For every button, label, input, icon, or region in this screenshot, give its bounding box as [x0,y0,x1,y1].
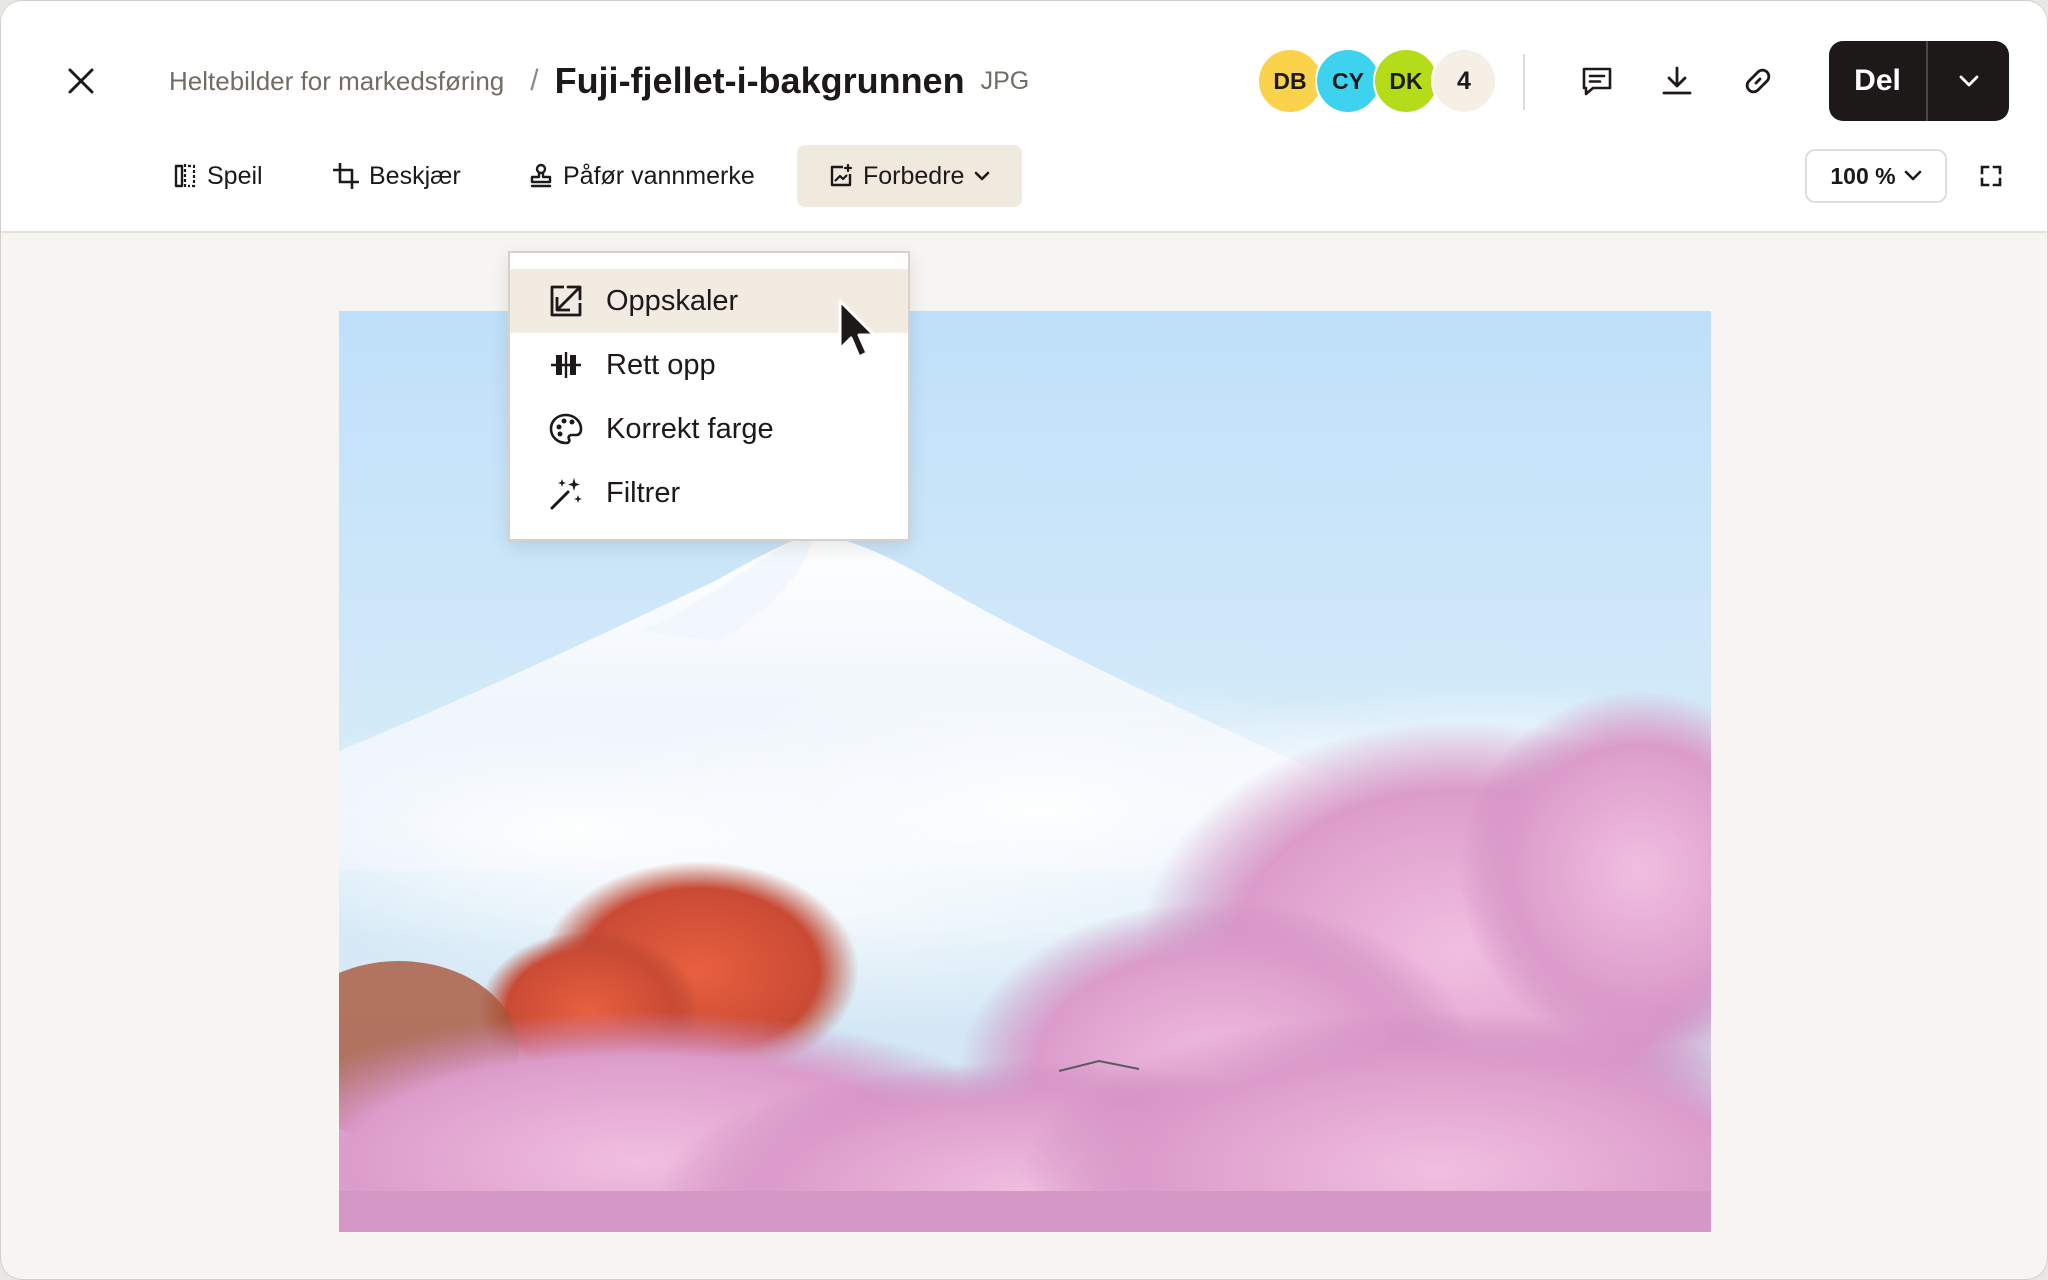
magic-wand-icon [550,478,582,510]
enhance-dropdown-menu: Oppskaler Rett opp Korrekt farge Filtrer [508,251,910,541]
close-button[interactable] [57,57,105,105]
breadcrumb: Heltebilder for markedsføring / Fuji-fje… [169,57,1029,105]
breadcrumb-separator: / [530,64,539,97]
link-icon [1745,68,1771,94]
chevron-down-icon [1959,75,1978,87]
straighten-icon [551,352,581,378]
fullscreen-icon [1980,165,2002,187]
crop-icon [333,163,359,189]
breadcrumb-parent-link[interactable]: Heltebilder for markedsføring [169,66,504,97]
mirror-label: Speil [207,161,263,190]
menu-item-label: Filtrer [606,476,681,509]
copy-link-button[interactable] [1734,57,1782,105]
upscale-icon [550,285,582,317]
watermark-button[interactable]: Påfør vannmerke [529,145,755,207]
palette-icon [549,413,583,445]
watermark-label: Påfør vannmerke [563,161,755,190]
download-icon [1662,66,1692,95]
menu-item-filter[interactable]: Filtrer [510,461,908,525]
mirror-icon [174,164,196,188]
avatar[interactable]: DB [1257,48,1323,114]
enhance-label: Forbedre [863,161,965,190]
zoom-select[interactable]: 100 % [1805,149,1947,203]
share-button[interactable]: Del [1829,41,1926,121]
chevron-down-icon [975,171,990,181]
close-icon [68,68,94,94]
enhance-button[interactable]: Forbedre [797,145,1023,207]
zoom-value: 100 % [1830,162,1896,189]
chevron-down-icon [1904,170,1921,181]
divider [1523,54,1525,110]
menu-item-color-correct[interactable]: Korrekt farge [510,397,908,461]
crop-button[interactable]: Beskjær [333,145,461,207]
comment-icon [1582,67,1612,96]
menu-item-label: Korrekt farge [606,412,774,445]
download-button[interactable] [1653,57,1701,105]
share-options-button[interactable] [1928,41,2009,121]
stamp-icon [530,163,552,188]
fullscreen-button[interactable] [1967,152,2015,200]
menu-item-label: Oppskaler [606,284,739,317]
app-window: Heltebilder for markedsføring / Fuji-fje… [0,0,2048,1280]
avatar[interactable]: CY [1315,48,1381,114]
header: Heltebilder for markedsføring / Fuji-fje… [1,1,2047,233]
collaborator-avatars[interactable]: DB CY DK 4 [1257,48,1497,114]
file-type-label: JPG [980,66,1030,95]
mouse-pointer-icon [838,299,876,359]
avatar-overflow-count[interactable]: 4 [1431,48,1497,114]
mirror-button[interactable]: Speil [173,145,263,207]
avatar[interactable]: DK [1373,48,1439,114]
file-title: Fuji-fjellet-i-bakgrunnen [554,60,965,101]
enhance-icon [830,164,853,187]
crop-label: Beskjær [369,161,461,190]
comment-button[interactable] [1573,57,1621,105]
share-button-group: Del [1829,41,2009,121]
menu-item-label: Rett opp [606,348,716,381]
